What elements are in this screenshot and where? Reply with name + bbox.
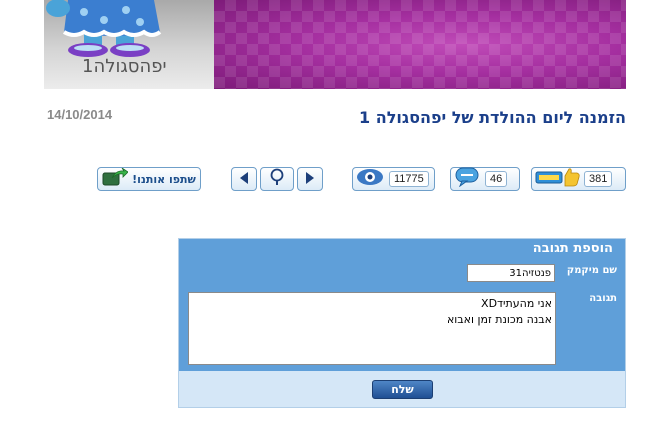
speech-bubble-icon <box>454 167 482 191</box>
triangle-left-icon <box>238 170 250 189</box>
reply-label: תגובה <box>589 293 617 304</box>
share-button[interactable]: שתפו אותנו! <box>97 167 201 191</box>
share-icon <box>102 167 129 190</box>
avatar-image: יפהסגולה1 <box>44 0 214 89</box>
eye-icon <box>356 168 386 190</box>
reply-textarea[interactable]: אני מהעתידXD אבנה מכונת זמן ואבוא <box>188 292 556 365</box>
send-button[interactable]: שלח <box>372 380 433 399</box>
triangle-right-icon <box>304 170 316 189</box>
views-counter: 11775 <box>352 167 435 191</box>
previous-post-button[interactable] <box>231 167 257 191</box>
comments-counter[interactable]: 46 <box>450 167 520 191</box>
form-header: הוספת תגובה <box>179 239 625 259</box>
share-label: שתפו אותנו! <box>132 172 196 186</box>
post-banner: יפהסגולה1 <box>44 0 626 89</box>
search-icon <box>269 168 285 190</box>
banner-pattern <box>214 0 626 89</box>
add-comment-form: הוספת תגובה שם מיקמק תגובה אני מהעתידXD … <box>178 238 626 408</box>
next-post-button[interactable] <box>297 167 323 191</box>
thumbs-up-icon <box>535 167 581 191</box>
nickname-input[interactable] <box>467 264 555 282</box>
form-labels-column: שם מיקמק תגובה <box>557 259 625 371</box>
likes-button[interactable]: 381 <box>531 167 626 191</box>
post-date: 14/10/2014 <box>47 107 113 122</box>
avatar-name: יפהסגולה1 <box>82 56 167 77</box>
nickname-label: שם מיקמק <box>566 265 617 276</box>
search-button[interactable] <box>260 167 294 191</box>
views-count: 11775 <box>389 171 429 187</box>
likes-count: 381 <box>584 171 613 187</box>
comments-count: 46 <box>485 171 508 187</box>
post-title: הזמנה ליום ההולדת של יפהסגולה 1 <box>359 108 626 127</box>
